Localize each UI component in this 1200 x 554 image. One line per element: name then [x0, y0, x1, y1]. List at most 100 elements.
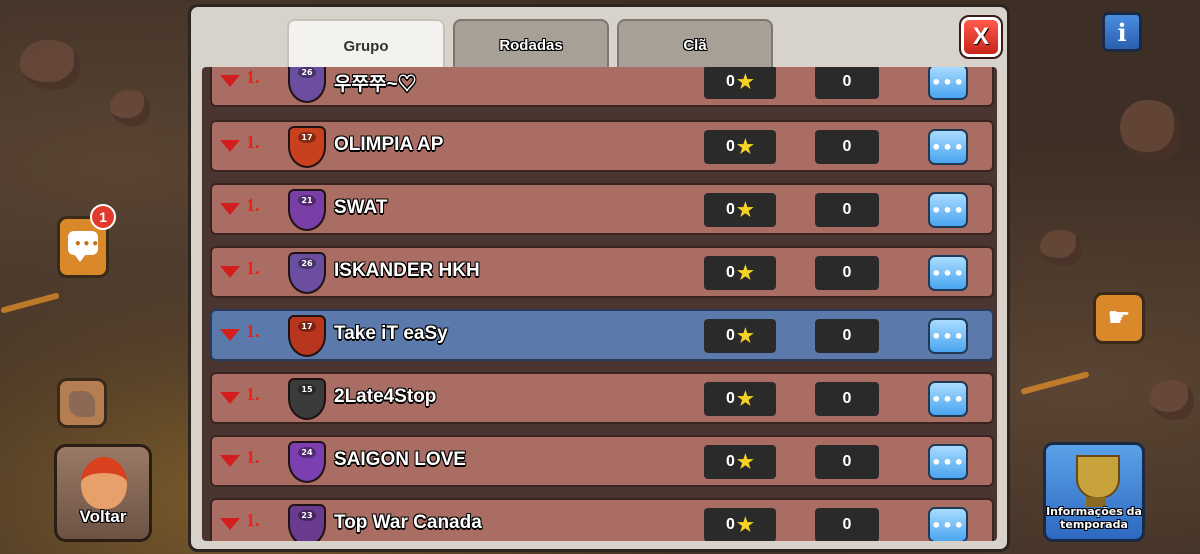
clan-badge-icon: 24 [288, 441, 326, 483]
score-value: 0 [815, 319, 879, 353]
clan-name: 우쭈쭈~♡ [334, 74, 417, 95]
background-rock [20, 40, 80, 90]
clan-level: 21 [298, 195, 316, 206]
background-rock [110, 90, 150, 126]
rank-down-arrow-icon [220, 266, 240, 278]
trophy-icon [1076, 455, 1120, 499]
clan-level: 15 [298, 384, 316, 395]
clan-rank: 1. [246, 510, 260, 530]
clan-rank: 1. [246, 321, 260, 341]
star-icon: ★ [736, 388, 754, 410]
clan-name: OLIMPIA AP [334, 134, 444, 155]
clan-row: 1. 23 Top War Canada 0 ★ 0 ••• [210, 498, 994, 541]
clan-rank: 1. [246, 67, 260, 87]
clan-name: Take iT eaSy [334, 323, 448, 344]
rank-down-arrow-icon [220, 140, 240, 152]
star-icon: ★ [736, 136, 754, 158]
clan-more-button[interactable]: ••• [928, 507, 968, 541]
clan-row: 1. 26 ISKANDER HKH 0 ★ 0 ••• [210, 246, 994, 298]
swap-view-button[interactable]: ☛ [1093, 292, 1145, 344]
stars-box: 0 ★ [704, 130, 776, 164]
stars-box: 0 ★ [704, 382, 776, 416]
clan-more-button[interactable]: ••• [928, 192, 968, 228]
hand-swap-icon: ☛ [1107, 303, 1131, 333]
stars-value: 0 [726, 516, 735, 533]
villager-avatar-icon [81, 457, 127, 509]
stars-value: 0 [726, 327, 735, 344]
clan-more-button[interactable]: ••• [928, 444, 968, 480]
clan-more-button[interactable]: ••• [928, 255, 968, 291]
clan-badge-icon: 26 [288, 252, 326, 294]
season-info-button[interactable]: Informações da temporada [1043, 442, 1145, 542]
clan-more-button[interactable]: ••• [928, 318, 968, 354]
background-rock [1150, 380, 1194, 420]
clan-rank: 1. [246, 132, 260, 152]
swords-icon [69, 391, 95, 417]
rank-down-arrow-icon [220, 518, 240, 530]
stars-box: 0 ★ [704, 67, 776, 99]
clan-badge-icon: 23 [288, 504, 326, 541]
clan-rank: 1. [246, 384, 260, 404]
score-value: 0 [815, 256, 879, 290]
tab-grupo[interactable]: Grupo [287, 19, 445, 71]
clan-row: 1. 21 SWAT 0 ★ 0 ••• [210, 183, 994, 235]
league-panel: Grupo Rodadas Clã X 1. 26 우쭈쭈~♡ 0 ★ 0 •••… [188, 4, 1010, 552]
clan-row: 1. 26 우쭈쭈~♡ 0 ★ 0 ••• [210, 67, 994, 107]
stars-value: 0 [726, 390, 735, 407]
clan-name: Top War Canada [334, 512, 482, 533]
clan-level: 24 [298, 447, 316, 458]
score-value: 0 [815, 445, 879, 479]
clan-level: 17 [298, 132, 316, 143]
stars-value: 0 [726, 264, 735, 281]
background-lava [1020, 371, 1090, 395]
stars-box: 0 ★ [704, 445, 776, 479]
tab-rodadas[interactable]: Rodadas [453, 19, 609, 71]
stars-box: 0 ★ [704, 193, 776, 227]
background-rock [1120, 100, 1180, 160]
season-info-label: Informações da temporada [1046, 505, 1142, 531]
stars-box: 0 ★ [704, 319, 776, 353]
clan-rank: 1. [246, 258, 260, 278]
tab-cla[interactable]: Clã [617, 19, 773, 71]
clan-badge-icon: 17 [288, 126, 326, 168]
clan-badge-icon: 15 [288, 378, 326, 420]
clan-row: 1. 24 SAIGON LOVE 0 ★ 0 ••• [210, 435, 994, 487]
star-icon: ★ [736, 71, 754, 93]
clan-more-button[interactable]: ••• [928, 381, 968, 417]
rank-down-arrow-icon [220, 329, 240, 341]
clan-more-button[interactable]: ••• [928, 129, 968, 165]
info-button[interactable]: i [1102, 12, 1142, 52]
clan-name: SAIGON LOVE [334, 449, 466, 470]
clan-more-button[interactable]: ••• [928, 67, 968, 100]
score-value: 0 [815, 130, 879, 164]
score-value: 0 [815, 193, 879, 227]
clan-name: SWAT [334, 197, 388, 218]
score-value: 0 [815, 382, 879, 416]
attack-log-button[interactable] [57, 378, 107, 428]
clan-row: 1. 15 2Late4Stop 0 ★ 0 ••• [210, 372, 994, 424]
back-button[interactable]: Voltar [54, 444, 152, 542]
clan-name: 2Late4Stop [334, 386, 437, 407]
rank-down-arrow-icon [220, 75, 240, 87]
clan-badge-icon: 21 [288, 189, 326, 231]
clan-rank: 1. [246, 447, 260, 467]
back-button-label: Voltar [79, 507, 127, 526]
clan-list[interactable]: 1. 26 우쭈쭈~♡ 0 ★ 0 ••• 1. 17 OLIMPIA AP 0 ★… [202, 67, 997, 541]
stars-box: 0 ★ [704, 508, 776, 541]
clan-level: 17 [298, 321, 316, 332]
close-button[interactable]: X [959, 15, 1003, 59]
stars-value: 0 [726, 453, 735, 470]
stars-value: 0 [726, 73, 735, 90]
clan-name: ISKANDER HKH [334, 260, 480, 281]
chat-notification-badge: 1 [90, 204, 116, 230]
clan-level: 26 [298, 67, 316, 78]
rank-down-arrow-icon [220, 203, 240, 215]
background-rock [1040, 230, 1082, 266]
star-icon: ★ [736, 262, 754, 284]
clan-row: 1. 17 OLIMPIA AP 0 ★ 0 ••• [210, 120, 994, 172]
stars-value: 0 [726, 138, 735, 155]
clan-badge-icon: 17 [288, 315, 326, 357]
score-value: 0 [815, 508, 879, 541]
clan-badge-icon: 26 [288, 67, 326, 103]
clan-level: 26 [298, 258, 316, 269]
